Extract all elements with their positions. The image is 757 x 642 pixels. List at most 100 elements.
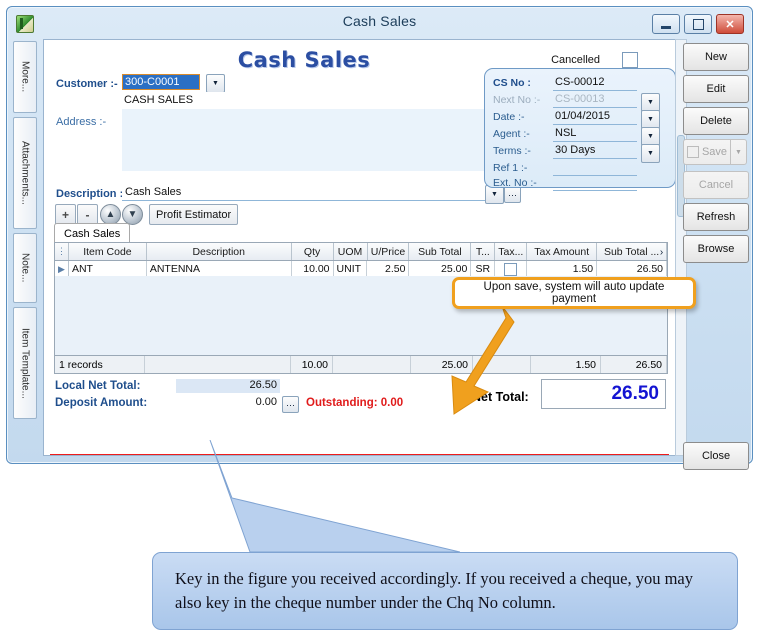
- cell-description[interactable]: ANTENNA: [147, 261, 292, 277]
- tax-inclusive-checkbox[interactable]: [504, 263, 517, 276]
- description-input[interactable]: Cash Sales: [122, 184, 502, 201]
- move-up-icon[interactable]: ▲: [100, 204, 121, 225]
- refresh-button[interactable]: Refresh: [683, 203, 749, 231]
- save-button-main[interactable]: Save: [683, 139, 730, 165]
- agent-label: Agent :-: [493, 128, 530, 140]
- ref1-label: Ref 1 :-: [493, 162, 527, 174]
- cell-uprice[interactable]: 2.50: [367, 261, 409, 277]
- edit-button-label: Edit: [707, 83, 726, 95]
- outstanding-text: Outstanding: 0.00: [306, 397, 403, 409]
- deposit-amount-label: Deposit Amount:: [55, 397, 147, 409]
- deposit-amount-value[interactable]: 0.00: [176, 396, 280, 410]
- column-item-code[interactable]: Item Code: [69, 243, 147, 260]
- description-value: Cash Sales: [125, 186, 181, 198]
- document-info-panel: CS No : CS-00012 Next No :- CS-00013 ▼ D…: [484, 68, 676, 188]
- column-uprice[interactable]: U/Price: [368, 243, 410, 260]
- maximize-icon[interactable]: [684, 14, 712, 34]
- date-value[interactable]: 01/04/2015: [553, 110, 637, 125]
- cancelled-group: Cancelled: [551, 52, 638, 68]
- detail-tab-strip: Cash Sales: [54, 223, 666, 243]
- agent-value[interactable]: NSL: [553, 127, 637, 142]
- customer-label: Customer :-: [56, 78, 118, 90]
- save-dropdown-icon[interactable]: ▼: [730, 139, 747, 165]
- customer-dropdown-icon[interactable]: ▼: [206, 74, 225, 93]
- cell-sub-total-tax[interactable]: 26.50: [597, 261, 667, 277]
- footer-records: 1 records: [55, 356, 145, 373]
- orange-arrow: [440, 300, 520, 420]
- column-tax-amount[interactable]: Tax Amount: [527, 243, 597, 260]
- agent-row: Agent :- NSL ▼: [493, 127, 669, 144]
- close-button-label: Close: [702, 450, 730, 462]
- cancelled-checkbox[interactable]: [622, 52, 638, 68]
- cell-tax-inclusive[interactable]: [495, 261, 527, 277]
- sidebar-item-note[interactable]: Note...: [13, 233, 37, 303]
- address-input[interactable]: [122, 109, 512, 171]
- sidebar-item-more[interactable]: More...: [13, 41, 37, 113]
- ext-no-row: Ext. No :-: [493, 176, 669, 193]
- next-no-value: CS-00013: [553, 93, 637, 108]
- grid-scroll-right-icon[interactable]: ›: [657, 244, 666, 260]
- sidebar-item-item-template[interactable]: Item Template...: [13, 307, 37, 419]
- column-tax-inclusive[interactable]: Tax...: [495, 243, 527, 260]
- form-panel: Cash Sales Cancelled Customer :- 300-C00…: [43, 39, 677, 456]
- ref1-value[interactable]: [553, 161, 637, 176]
- save-button[interactable]: Save ▼: [683, 139, 747, 165]
- column-uom[interactable]: UOM: [334, 243, 368, 260]
- browse-button[interactable]: Browse: [683, 235, 749, 263]
- grid-header-row: ⋮ Item Code Description Qty UOM U/Price …: [55, 243, 667, 261]
- terms-value[interactable]: 30 Days: [553, 144, 637, 159]
- grid-row-handle-icon: ⋮: [55, 243, 69, 260]
- tab-cash-sales[interactable]: Cash Sales: [54, 223, 130, 244]
- cell-tax-code[interactable]: SR: [471, 261, 495, 277]
- customer-name-field[interactable]: CASH SALES: [122, 92, 512, 109]
- footer-spacer-2: [333, 356, 411, 373]
- browse-button-label: Browse: [698, 243, 735, 255]
- column-qty[interactable]: Qty: [292, 243, 334, 260]
- grid-footer-row: 1 records 10.00 25.00 1.50 26.50: [55, 355, 667, 373]
- minimize-icon[interactable]: [652, 14, 680, 34]
- cell-uom[interactable]: UNIT: [334, 261, 368, 277]
- profit-estimator-button[interactable]: Profit Estimator: [149, 204, 238, 225]
- customer-input-value: 300-C0001: [123, 75, 199, 90]
- window-title: Cash Sales: [7, 13, 752, 29]
- next-no-label: Next No :-: [493, 94, 540, 106]
- add-row-icon[interactable]: +: [55, 204, 76, 225]
- title-bar: Cash Sales ✕: [7, 7, 752, 37]
- terms-label: Terms :-: [493, 145, 531, 157]
- cell-sub-total[interactable]: 25.00: [409, 261, 471, 277]
- new-button-label: New: [705, 51, 727, 63]
- customer-name-value: CASH SALES: [124, 94, 193, 106]
- cancelled-label: Cancelled: [551, 54, 600, 66]
- cell-qty[interactable]: 10.00: [292, 261, 334, 277]
- cell-tax-amount[interactable]: 1.50: [527, 261, 597, 277]
- cancel-button[interactable]: Cancel: [683, 171, 749, 199]
- customer-input[interactable]: 300-C0001: [122, 74, 200, 90]
- window-controls: ✕: [652, 14, 744, 34]
- new-button[interactable]: New: [683, 43, 749, 71]
- move-down-icon[interactable]: ▼: [122, 204, 143, 225]
- cancel-button-label: Cancel: [699, 179, 733, 191]
- net-total-value: 26.50: [541, 379, 666, 409]
- close-icon[interactable]: ✕: [716, 14, 744, 34]
- delete-button[interactable]: Delete: [683, 107, 749, 135]
- edit-button[interactable]: Edit: [683, 75, 749, 103]
- cs-no-label: CS No :: [493, 77, 531, 89]
- cash-sales-window: Cash Sales ✕ More... Attachments... Note…: [6, 6, 753, 464]
- local-net-total-value: 26.50: [176, 379, 280, 393]
- sidebar-item-attachments[interactable]: Attachments...: [13, 117, 37, 229]
- footer-qty: 10.00: [291, 356, 333, 373]
- remove-row-icon[interactable]: -: [77, 204, 98, 225]
- local-net-total-label: Local Net Total:: [55, 380, 140, 392]
- column-description[interactable]: Description: [147, 243, 292, 260]
- date-row: Date :- 01/04/2015 ▼: [493, 110, 669, 127]
- vertical-tab-strip: More... Attachments... Note... Item Temp…: [13, 39, 41, 454]
- cell-item-code[interactable]: ANT: [69, 261, 147, 277]
- save-button-label: Save: [702, 146, 727, 158]
- description-label: Description :-: [56, 188, 127, 200]
- ext-no-value[interactable]: [553, 176, 637, 191]
- close-button[interactable]: Close: [683, 442, 749, 470]
- column-tax-code[interactable]: T...: [471, 243, 495, 260]
- column-sub-total[interactable]: Sub Total: [409, 243, 471, 260]
- footer-spacer-1: [145, 356, 291, 373]
- deposit-amount-ellipsis-button[interactable]: ⋯: [282, 396, 299, 413]
